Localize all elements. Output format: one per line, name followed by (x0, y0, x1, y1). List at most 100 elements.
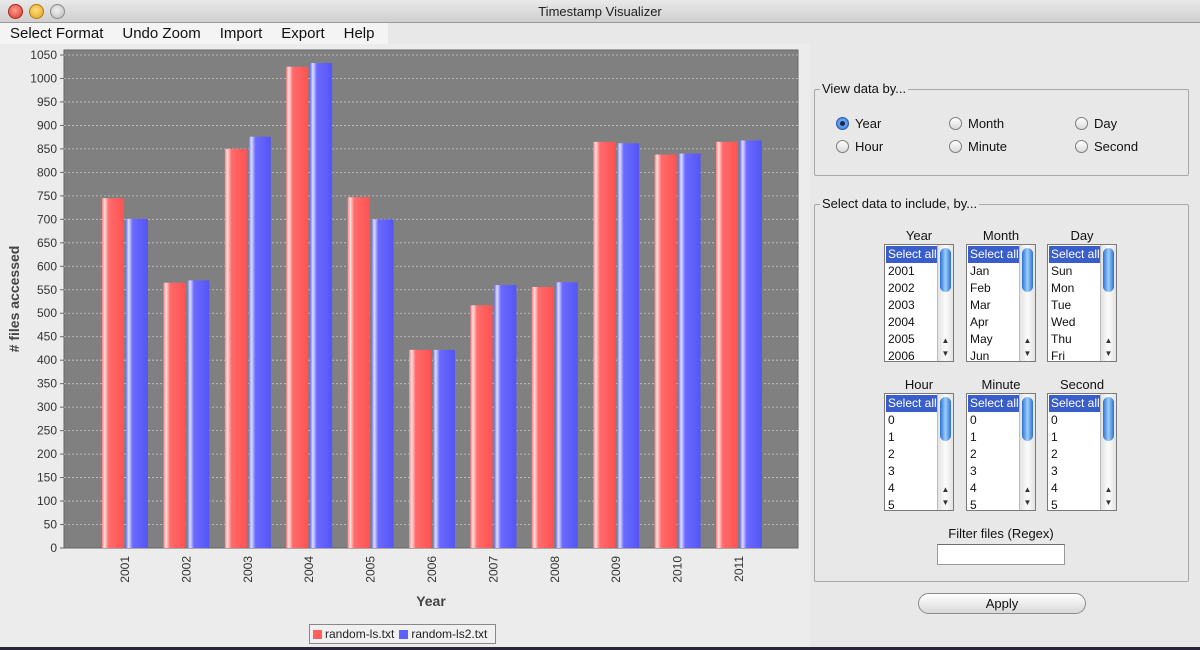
bar-2007-series-2[interactable] (494, 285, 517, 548)
bar-2004-series-2[interactable] (310, 62, 333, 548)
scroll-down-arrow-icon[interactable]: ▼ (938, 347, 953, 360)
year-list-scrollbar[interactable]: ▲ ▼ (937, 245, 953, 361)
radio-second[interactable]: Second (1075, 139, 1138, 154)
bar-2001-series-2[interactable] (126, 218, 148, 548)
scroll-thumb[interactable] (1022, 248, 1033, 292)
list-item[interactable]: 3 (968, 463, 1021, 480)
radio-hour-indicator[interactable] (836, 140, 849, 153)
scroll-up-arrow-icon[interactable]: ▲ (1020, 483, 1035, 496)
day-listbox[interactable]: Select all Sun Mon Tue Wed Thu Fri ▲ ▼ (1047, 244, 1117, 362)
bar-2002-series-2[interactable] (187, 280, 210, 548)
list-item[interactable]: Mon (1049, 280, 1102, 297)
scroll-thumb[interactable] (940, 397, 951, 441)
apply-button[interactable]: Apply (918, 593, 1086, 614)
second-list-scrollbar[interactable]: ▲ ▼ (1100, 394, 1116, 510)
list-item[interactable]: 2006 (886, 348, 939, 361)
scroll-up-arrow-icon[interactable]: ▲ (938, 334, 953, 347)
list-item[interactable]: Fri (1049, 348, 1102, 361)
scroll-down-arrow-icon[interactable]: ▼ (1101, 347, 1116, 360)
radio-day-indicator[interactable] (1075, 117, 1088, 130)
month-listbox[interactable]: Select all Jan Feb Mar Apr May Jun ▲ ▼ (966, 244, 1036, 362)
list-item[interactable]: 1 (886, 429, 939, 446)
bar-2004-series-1[interactable] (286, 66, 309, 548)
list-item[interactable]: 4 (968, 480, 1021, 497)
bar-2009-series-1[interactable] (593, 141, 616, 548)
bar-2003-series-2[interactable] (248, 136, 271, 548)
scroll-thumb[interactable] (1022, 397, 1033, 441)
bar-2005-series-1[interactable] (347, 197, 370, 548)
list-item[interactable]: 0 (886, 412, 939, 429)
hour-list-scrollbar[interactable]: ▲ ▼ (937, 394, 953, 510)
bar-2009-series-2[interactable] (617, 143, 640, 548)
list-item[interactable]: 2 (968, 446, 1021, 463)
bar-2006-series-1[interactable] (409, 349, 431, 548)
radio-year-indicator[interactable] (836, 117, 849, 130)
year-list-item-select-all[interactable]: Select all (886, 246, 939, 263)
list-item[interactable]: 0 (968, 412, 1021, 429)
list-item[interactable]: 2003 (886, 297, 939, 314)
list-item[interactable]: 5 (968, 497, 1021, 510)
list-item[interactable]: Sun (1049, 263, 1102, 280)
day-list-scrollbar[interactable]: ▲ ▼ (1100, 245, 1116, 361)
radio-day[interactable]: Day (1075, 116, 1117, 131)
bar-2005-series-2[interactable] (371, 219, 394, 549)
list-item[interactable]: 2001 (886, 263, 939, 280)
list-item[interactable]: 4 (1049, 480, 1102, 497)
list-item[interactable]: 5 (1049, 497, 1102, 510)
scroll-up-arrow-icon[interactable]: ▲ (938, 483, 953, 496)
menu-help[interactable]: Help (334, 23, 384, 44)
filter-files-input[interactable] (937, 544, 1065, 565)
list-item[interactable]: 2 (1049, 446, 1102, 463)
list-item[interactable]: 5 (886, 497, 939, 510)
month-list-item-select-all[interactable]: Select all (968, 246, 1021, 263)
radio-hour[interactable]: Hour (836, 139, 883, 154)
minute-list-item-select-all[interactable]: Select all (968, 395, 1021, 412)
bar-2003-series-1[interactable] (224, 148, 247, 548)
radio-month-indicator[interactable] (949, 117, 962, 130)
scroll-down-arrow-icon[interactable]: ▼ (1020, 347, 1035, 360)
second-listbox[interactable]: Select all 0 1 2 3 4 5 ▲ ▼ (1047, 393, 1117, 511)
scroll-thumb[interactable] (940, 248, 951, 292)
radio-second-indicator[interactable] (1075, 140, 1088, 153)
radio-month[interactable]: Month (949, 116, 1004, 131)
bar-2006-series-2[interactable] (433, 349, 455, 548)
list-item[interactable]: Jun (968, 348, 1021, 361)
list-item[interactable]: 1 (968, 429, 1021, 446)
month-list-scrollbar[interactable]: ▲ ▼ (1019, 245, 1035, 361)
day-list-item-select-all[interactable]: Select all (1049, 246, 1102, 263)
menu-select-format[interactable]: Select Format (0, 23, 112, 44)
scroll-up-arrow-icon[interactable]: ▲ (1101, 334, 1116, 347)
list-item[interactable]: 4 (886, 480, 939, 497)
menu-import[interactable]: Import (210, 23, 272, 44)
list-item[interactable]: 0 (1049, 412, 1102, 429)
bar-2001-series-1[interactable] (102, 198, 124, 548)
bar-2010-series-2[interactable] (678, 153, 701, 548)
radio-year[interactable]: Year (836, 116, 881, 131)
second-list-item-select-all[interactable]: Select all (1049, 395, 1102, 412)
list-item[interactable]: 3 (1049, 463, 1102, 480)
hour-listbox[interactable]: Select all 0 1 2 3 4 5 ▲ ▼ (884, 393, 954, 511)
list-item[interactable]: 1 (1049, 429, 1102, 446)
bar-2011-series-2[interactable] (740, 140, 762, 548)
list-item[interactable]: Mar (968, 297, 1021, 314)
scroll-thumb[interactable] (1103, 248, 1114, 292)
list-item[interactable]: Apr (968, 314, 1021, 331)
list-item[interactable]: 2002 (886, 280, 939, 297)
scroll-down-arrow-icon[interactable]: ▼ (938, 496, 953, 509)
list-item[interactable]: Wed (1049, 314, 1102, 331)
list-item[interactable]: 2004 (886, 314, 939, 331)
scroll-up-arrow-icon[interactable]: ▲ (1101, 483, 1116, 496)
list-item[interactable]: Tue (1049, 297, 1102, 314)
radio-minute[interactable]: Minute (949, 139, 1007, 154)
scroll-down-arrow-icon[interactable]: ▼ (1020, 496, 1035, 509)
list-item[interactable]: Jan (968, 263, 1021, 280)
minute-list-scrollbar[interactable]: ▲ ▼ (1019, 394, 1035, 510)
bar-2011-series-1[interactable] (716, 141, 738, 548)
bar-2002-series-1[interactable] (163, 282, 186, 548)
scroll-up-arrow-icon[interactable]: ▲ (1020, 334, 1035, 347)
list-item[interactable]: 2005 (886, 331, 939, 348)
scroll-down-arrow-icon[interactable]: ▼ (1101, 496, 1116, 509)
chart-area[interactable]: 0 50 100 150 200 250 300 350 400 450 500 550 600 650 7… (0, 44, 810, 647)
menu-export[interactable]: Export (271, 23, 333, 44)
list-item[interactable]: May (968, 331, 1021, 348)
